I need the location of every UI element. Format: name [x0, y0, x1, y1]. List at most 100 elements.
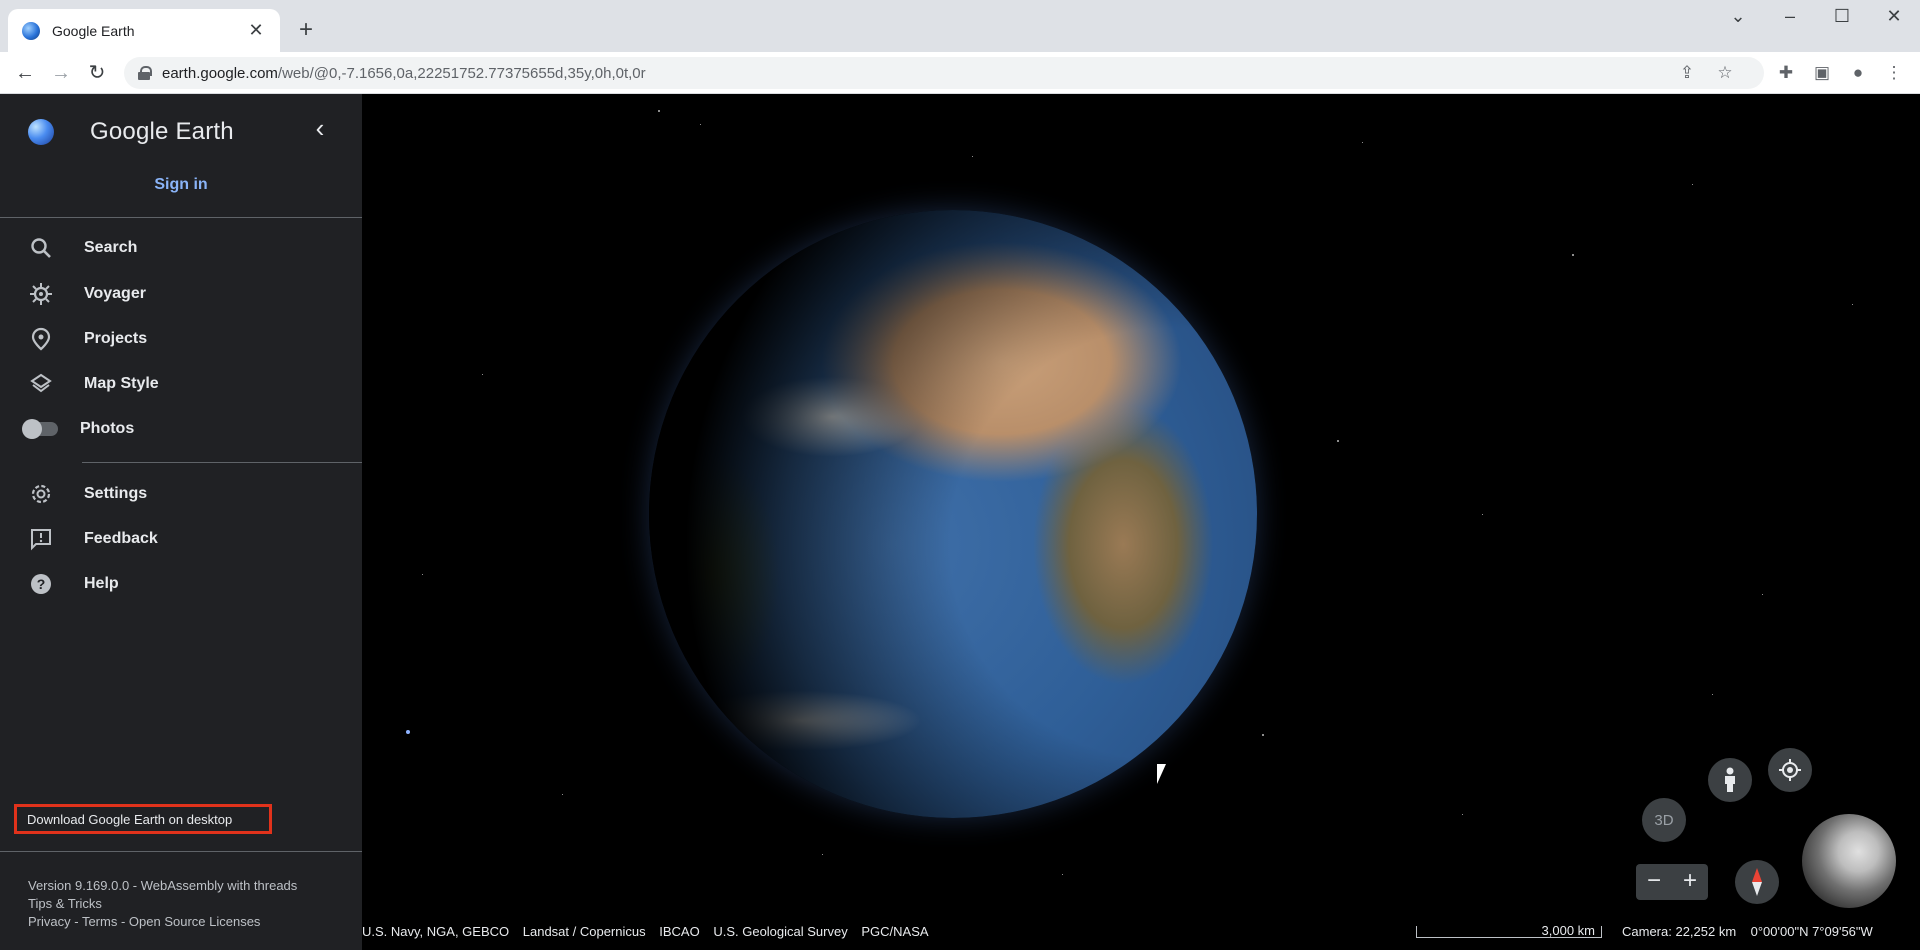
url-path: /web/@0,-7.1656,0a,22251752.77375655d,35…: [277, 64, 646, 82]
version-text: Version 9.169.0.0 - WebAssembly with thr…: [28, 878, 298, 893]
star: [1762, 594, 1763, 595]
star: [406, 730, 410, 734]
sidebar: Google Earth ‹ Sign in Search Voyager Pr…: [0, 94, 362, 950]
star: [1337, 440, 1339, 442]
imagery-attribution: U.S. Navy, NGA, GEBCO Landsat / Copernic…: [362, 924, 939, 939]
mini-globe-overview[interactable]: [1802, 814, 1896, 908]
profile-avatar-icon[interactable]: ●: [1845, 60, 1871, 86]
google-earth-favicon-icon: [22, 21, 40, 40]
side-panel-icon[interactable]: ▣: [1809, 60, 1835, 86]
attribution-item: Landsat / Copernicus: [522, 924, 646, 939]
sidebar-item-label: Search: [84, 239, 138, 256]
star: [482, 374, 483, 375]
separator: -: [117, 914, 129, 929]
zoom-out-button[interactable]: −: [1636, 864, 1672, 900]
camera-info: Camera: 22,252 km 0°00'00"N 7°09'56"W: [1622, 924, 1873, 939]
brand-name: Google Earth: [90, 118, 234, 145]
gear-icon: [28, 481, 54, 507]
sidebar-item-label: Help: [84, 575, 119, 592]
browser-toolbar: ← → ↻ earth.google.com /web/@0,-7.1656,0…: [0, 52, 1920, 94]
star: [658, 110, 660, 112]
voyager-icon: [28, 281, 54, 307]
star: [422, 574, 423, 575]
star: [1852, 304, 1853, 305]
browser-tab-strip: Google Earth ✕ + ⌄ – ☐ ✕: [0, 0, 1920, 52]
camera-altitude: Camera: 22,252 km: [1622, 924, 1737, 939]
terms-link[interactable]: Terms: [82, 914, 117, 929]
licenses-link[interactable]: Open Source Licenses: [129, 914, 261, 929]
more-menu-icon[interactable]: ⋮: [1881, 60, 1907, 86]
bookmark-star-icon[interactable]: ☆: [1712, 60, 1738, 86]
svg-text:?: ?: [37, 576, 46, 592]
star: [562, 794, 563, 795]
sidebar-item-label: Map Style: [84, 375, 159, 392]
map-viewport[interactable]: U.S. Navy, NGA, GEBCO Landsat / Copernic…: [362, 94, 1920, 950]
star: [972, 156, 973, 157]
privacy-link[interactable]: Privacy: [28, 914, 71, 929]
camera-coordinates: 0°00'00"N 7°09'56"W: [1750, 924, 1873, 939]
divider: [82, 462, 362, 463]
help-icon: ?: [28, 571, 54, 597]
download-desktop-link[interactable]: Download Google Earth on desktop: [14, 804, 272, 834]
browser-tab[interactable]: Google Earth ✕: [8, 9, 280, 52]
brand: Google Earth: [28, 118, 234, 146]
sidebar-item-label: Feedback: [84, 530, 158, 547]
close-window-button[interactable]: ✕: [1876, 6, 1912, 27]
tab-search-icon[interactable]: ⌄: [1720, 6, 1756, 27]
sign-in-link[interactable]: Sign in: [0, 176, 362, 194]
sidebar-item-map-style[interactable]: Map Style: [0, 364, 362, 404]
layers-icon: [28, 371, 54, 397]
pegman-street-view-icon[interactable]: [1708, 758, 1752, 802]
sidebar-item-settings[interactable]: Settings: [0, 474, 362, 514]
share-icon[interactable]: ⇪: [1674, 60, 1700, 86]
star: [1262, 734, 1264, 736]
search-icon: [28, 235, 54, 261]
zoom-in-button[interactable]: +: [1672, 864, 1708, 900]
photos-toggle[interactable]: [22, 419, 58, 439]
extensions-puzzle-icon[interactable]: ✚: [1773, 60, 1799, 86]
sidebar-item-label: Photos: [80, 420, 135, 437]
earth-globe[interactable]: [649, 210, 1257, 818]
star: [700, 124, 701, 125]
sidebar-item-photos[interactable]: Photos: [0, 409, 362, 449]
maximize-button[interactable]: ☐: [1824, 6, 1860, 27]
forward-arrow-icon[interactable]: →: [46, 58, 76, 88]
sidebar-item-label: Projects: [84, 330, 148, 347]
sidebar-item-voyager[interactable]: Voyager: [0, 274, 362, 314]
sidebar-item-feedback[interactable]: Feedback: [0, 519, 362, 559]
google-earth-logo-icon: [28, 119, 54, 145]
lock-icon: [138, 66, 152, 80]
address-bar[interactable]: earth.google.com /web/@0,-7.1656,0a,2225…: [124, 57, 1764, 89]
compass-icon[interactable]: [1735, 860, 1779, 904]
attribution-item: U.S. Navy, NGA, GEBCO: [362, 924, 510, 939]
star: [1692, 184, 1693, 185]
mouse-cursor-icon: [1157, 764, 1166, 784]
my-location-icon[interactable]: [1768, 748, 1812, 792]
scale-label: 3,000 km: [1541, 923, 1595, 938]
new-tab-button[interactable]: +: [292, 16, 320, 44]
star: [1482, 514, 1483, 515]
star: [1712, 694, 1713, 695]
collapse-sidebar-chevron-icon[interactable]: ‹: [306, 114, 334, 142]
sidebar-item-projects[interactable]: Projects: [0, 319, 362, 359]
feedback-icon: [28, 526, 54, 552]
divider: [0, 851, 362, 852]
attribution-item: PGC/NASA: [861, 924, 929, 939]
tips-link[interactable]: Tips & Tricks: [28, 896, 102, 911]
url-host: earth.google.com: [162, 64, 278, 82]
projects-pin-icon: [28, 326, 54, 352]
zoom-controls: − +: [1636, 864, 1708, 900]
back-arrow-icon[interactable]: ←: [10, 58, 40, 88]
sidebar-item-search[interactable]: Search: [0, 228, 362, 268]
tab-title: Google Earth: [52, 22, 135, 39]
reload-icon[interactable]: ↻: [82, 58, 112, 88]
scale-bar[interactable]: 3,000 km: [1416, 923, 1602, 938]
attribution-item: U.S. Geological Survey: [713, 924, 848, 939]
star: [1362, 142, 1363, 143]
close-tab-icon[interactable]: ✕: [246, 20, 266, 41]
attribution-item: IBCAO: [659, 924, 700, 939]
footer-links: Privacy - Terms - Open Source Licenses: [28, 914, 260, 929]
sidebar-item-help[interactable]: ? Help: [0, 564, 362, 604]
toggle-3d-button[interactable]: 3D: [1642, 798, 1686, 842]
minimize-button[interactable]: –: [1772, 6, 1808, 27]
